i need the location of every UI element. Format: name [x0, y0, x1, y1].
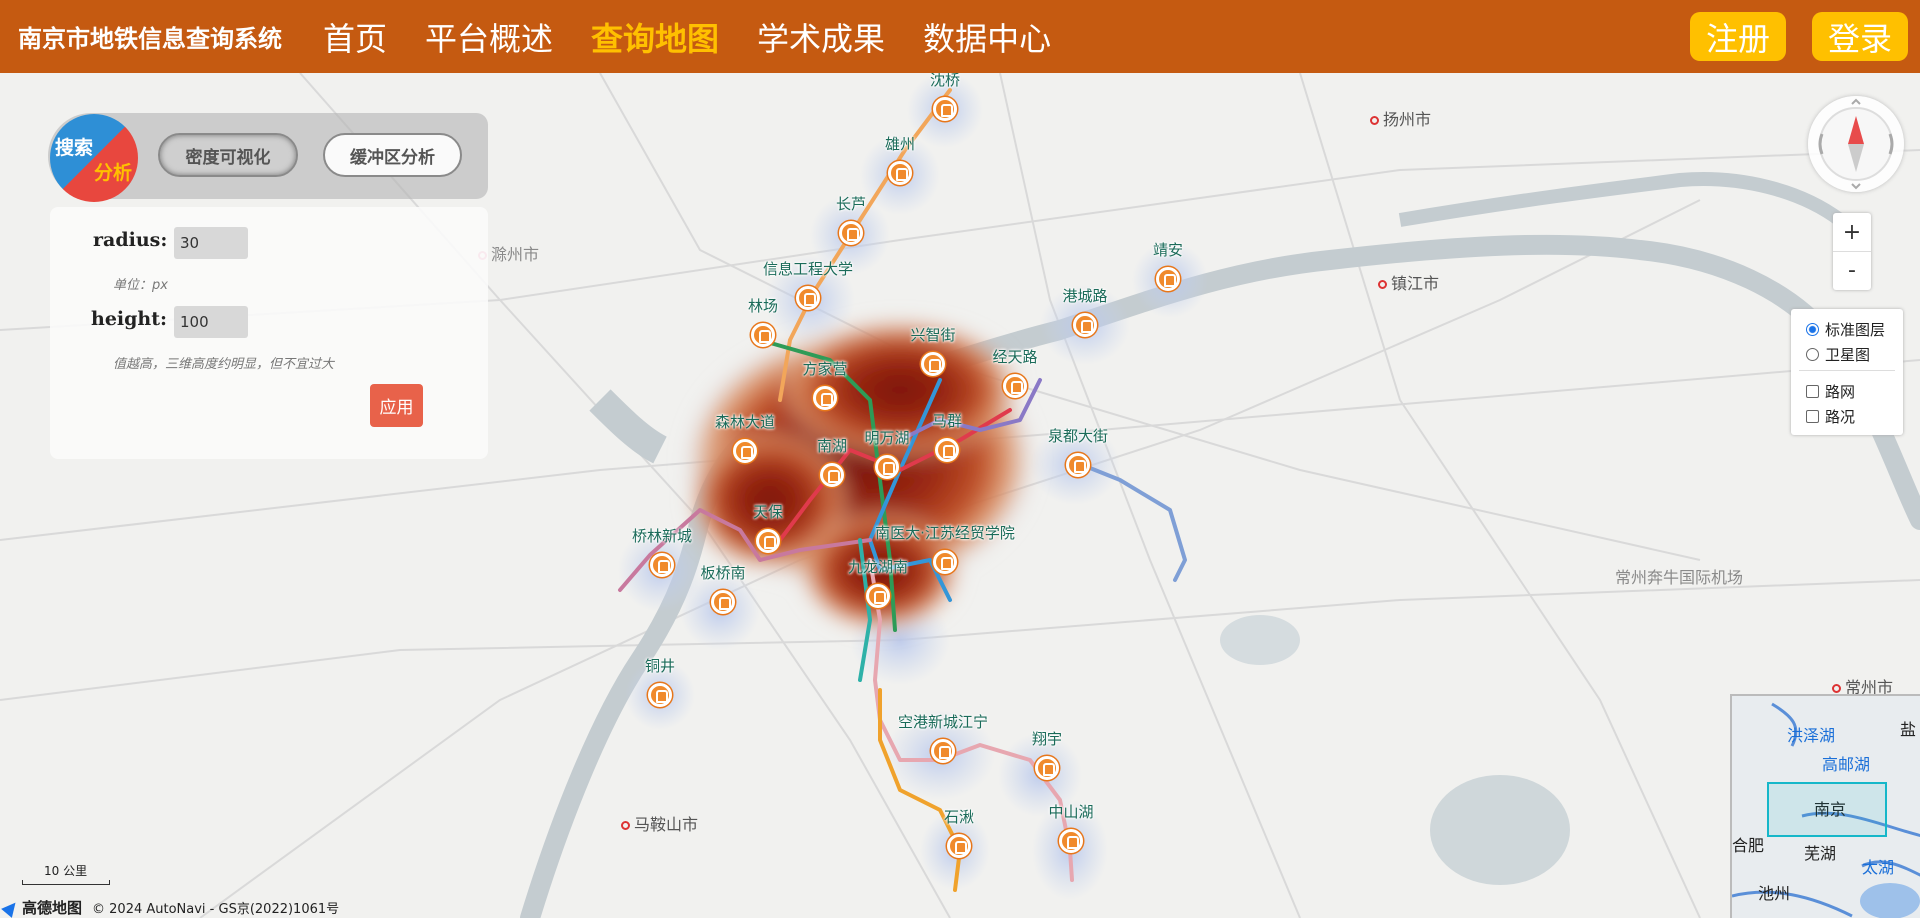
zoom-control: + -	[1833, 213, 1871, 290]
metro-station-icon	[733, 439, 757, 463]
overview-label: 太湖	[1862, 858, 1895, 877]
compass-control[interactable]	[1808, 96, 1904, 192]
metro-station-icon	[1003, 374, 1027, 398]
nav-academic[interactable]: 学术成果	[757, 14, 885, 60]
metro-station-icon	[648, 683, 672, 707]
density-params-panel: radius: 单位：px height: 值越高，三维高度约明显，但不宜过大 …	[50, 207, 488, 459]
tab-density-visualization[interactable]: 密度可视化	[158, 133, 298, 177]
overview-label: 盐	[1900, 720, 1917, 739]
apply-button[interactable]: 应用	[370, 384, 423, 427]
zoom-out-button[interactable]: -	[1833, 251, 1871, 289]
metro-station-icon	[1059, 829, 1083, 853]
auth-group: 注册 登录	[1689, 12, 1908, 61]
top-header: 南京市地铁信息查询系统 首页 平台概述 查询地图 学术成果 数据中心 注册 登录	[0, 0, 1920, 73]
overview-viewport[interactable]	[1767, 782, 1887, 837]
scale-line	[22, 880, 110, 885]
metro-station-icon	[751, 323, 775, 347]
nav-query-map[interactable]: 查询地图	[591, 14, 719, 60]
city-marker-icon	[1378, 280, 1387, 289]
metro-station-icon	[875, 455, 899, 479]
metro-station-icon	[935, 438, 959, 462]
nav-data-center[interactable]: 数据中心	[923, 14, 1051, 60]
radius-input[interactable]	[174, 227, 248, 259]
register-button[interactable]: 注册	[1689, 12, 1786, 61]
height-label: height:	[91, 308, 168, 330]
amap-logo[interactable]: 高德地图	[1, 897, 82, 918]
base-map	[0, 73, 1920, 918]
metro-station-icon	[813, 386, 837, 410]
layer-standard-option[interactable]: 标准图层	[1806, 317, 1903, 342]
overview-label: 洪泽湖	[1787, 726, 1836, 745]
radio-unchecked-icon[interactable]	[1806, 348, 1819, 361]
compass-icon	[1818, 98, 1894, 190]
metro-station-icon	[931, 739, 955, 763]
metro-station-icon	[839, 221, 863, 245]
metro-station-icon	[820, 463, 844, 487]
metro-station-icon	[650, 553, 674, 577]
city-label-zhenjiang: 镇江市	[1378, 270, 1439, 294]
metro-station-icon	[711, 590, 735, 614]
height-hint: 值越高，三维高度约明显，但不宜过大	[113, 357, 335, 372]
city-marker-icon	[1832, 684, 1841, 693]
analysis-toolbar: 搜索 分析 密度可视化 缓冲区分析	[48, 113, 488, 202]
logo-analyze-text: 分析	[94, 162, 133, 184]
checkbox-icon[interactable]	[1806, 385, 1819, 398]
metro-station-icon	[866, 584, 890, 608]
metro-station-icon	[1073, 313, 1097, 337]
main-nav: 首页 平台概述 查询地图 学术成果 数据中心	[304, 14, 1070, 60]
metro-station-icon	[1035, 756, 1059, 780]
page: 南京市地铁信息查询系统 首页 平台概述 查询地图 学术成果 数据中心 注册 登录	[0, 0, 1920, 918]
metro-station-icon	[933, 97, 957, 121]
metro-station-icon	[796, 286, 820, 310]
overview-map[interactable]: 洪泽湖 高邮湖 南京 合肥 芜湖 太湖 池州 盐	[1730, 694, 1920, 918]
radio-checked-icon[interactable]	[1806, 323, 1819, 336]
layer-roadnet-option[interactable]: 路网	[1806, 379, 1903, 404]
city-label-maanshan: 马鞍山市	[621, 811, 698, 835]
nav-home[interactable]: 首页	[323, 14, 387, 60]
radius-label: radius:	[93, 229, 168, 251]
overview-label: 芜湖	[1804, 844, 1837, 863]
zoom-in-button[interactable]: +	[1833, 213, 1871, 251]
search-analysis-toggle[interactable]: 搜索 分析	[50, 114, 138, 202]
map-attribution: 高德地图 © 2024 AutoNavi - GS京(2022)1061号	[1, 897, 340, 918]
tab-buffer-analysis[interactable]: 缓冲区分析	[323, 133, 462, 177]
metro-station-icon	[756, 529, 780, 553]
metro-station-icon	[1066, 453, 1090, 477]
city-marker-icon	[1370, 116, 1379, 125]
city-label-airport: 常州奔牛国际机场	[1615, 568, 1744, 587]
layer-divider	[1799, 370, 1895, 371]
copyright-text: © 2024 AutoNavi - GS京(2022)1061号	[92, 902, 340, 917]
overview-label: 高邮湖	[1822, 755, 1871, 774]
radius-unit-hint: 单位：px	[113, 278, 168, 293]
layer-traffic-option[interactable]: 路况	[1806, 404, 1903, 429]
layer-switcher: 标准图层 卫星图 路网 路况	[1791, 309, 1903, 435]
login-button[interactable]: 登录	[1811, 12, 1908, 61]
height-input[interactable]	[174, 306, 248, 338]
checkbox-icon[interactable]	[1806, 410, 1819, 423]
city-marker-icon	[621, 821, 630, 830]
scale-bar: 10 公里	[22, 862, 110, 885]
overview-label: 池州	[1758, 884, 1791, 903]
metro-station-icon	[921, 352, 945, 376]
layer-satellite-option[interactable]: 卫星图	[1806, 342, 1903, 367]
metro-station-icon	[933, 550, 957, 574]
city-label-yangzhou: 扬州市	[1370, 106, 1431, 130]
site-title: 南京市地铁信息查询系统	[18, 25, 282, 53]
metro-station-icon	[947, 834, 971, 858]
amap-arrow-icon	[1, 897, 21, 918]
nav-overview[interactable]: 平台概述	[425, 14, 553, 60]
metro-station-icon	[888, 161, 912, 185]
overview-label: 合肥	[1732, 836, 1765, 855]
logo-search-text: 搜索	[55, 137, 94, 159]
scale-label: 10 公里	[44, 864, 88, 878]
map-canvas[interactable]: 扬州市 滁州市 镇江市 马鞍山市 常州市 常州奔牛国际机场 沈桥 雄州 长芦 信…	[0, 73, 1920, 918]
metro-station-icon	[1156, 267, 1180, 291]
